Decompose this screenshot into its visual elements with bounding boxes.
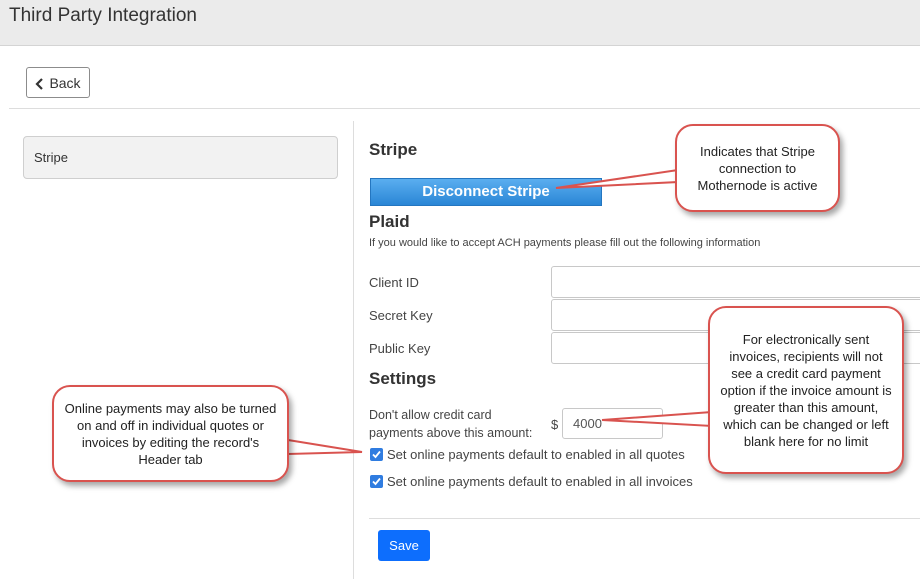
- callout-online-payments: Online payments may also be turned on an…: [52, 385, 289, 482]
- plaid-description: If you would like to accept ACH payments…: [369, 237, 761, 249]
- secret-key-label: Secret Key: [369, 308, 433, 323]
- save-button[interactable]: Save: [378, 530, 430, 561]
- disconnect-stripe-button[interactable]: Disconnect Stripe: [370, 178, 602, 206]
- settings-heading: Settings: [369, 369, 437, 388]
- quotes-default-label: Set online payments default to enabled i…: [387, 447, 685, 462]
- quotes-default-checkbox[interactable]: [370, 448, 383, 461]
- callout-cc-limit: For electronically sent invoices, recipi…: [708, 306, 904, 474]
- chevron-left-icon: [35, 77, 45, 90]
- sidebar-divider: [353, 121, 354, 579]
- client-id-label: Client ID: [369, 275, 419, 290]
- plaid-heading: Plaid: [369, 212, 410, 231]
- toolbar-divider: [9, 108, 920, 109]
- top-bar: Third Party Integration: [0, 0, 920, 46]
- cc-limit-label: Don't allow credit card payments above t…: [369, 408, 533, 440]
- form-footer-divider: [369, 518, 920, 519]
- invoices-default-checkbox-row[interactable]: Set online payments default to enabled i…: [370, 474, 693, 489]
- back-button-label: Back: [49, 74, 81, 91]
- sidebar-item-stripe[interactable]: Stripe: [23, 136, 338, 179]
- callout-stripe-active: Indicates that Stripe connection to Moth…: [675, 124, 840, 212]
- back-button[interactable]: Back: [26, 67, 90, 98]
- client-id-input[interactable]: [551, 266, 920, 298]
- invoices-default-label: Set online payments default to enabled i…: [387, 474, 693, 489]
- page-title: Third Party Integration: [9, 5, 197, 26]
- sidebar-item-label: Stripe: [34, 150, 68, 165]
- currency-symbol: $: [551, 417, 559, 432]
- invoices-default-checkbox[interactable]: [370, 475, 383, 488]
- cc-limit-input[interactable]: [562, 408, 663, 439]
- stripe-heading: Stripe: [369, 140, 418, 159]
- public-key-label: Public Key: [369, 341, 431, 356]
- quotes-default-checkbox-row[interactable]: Set online payments default to enabled i…: [370, 447, 685, 462]
